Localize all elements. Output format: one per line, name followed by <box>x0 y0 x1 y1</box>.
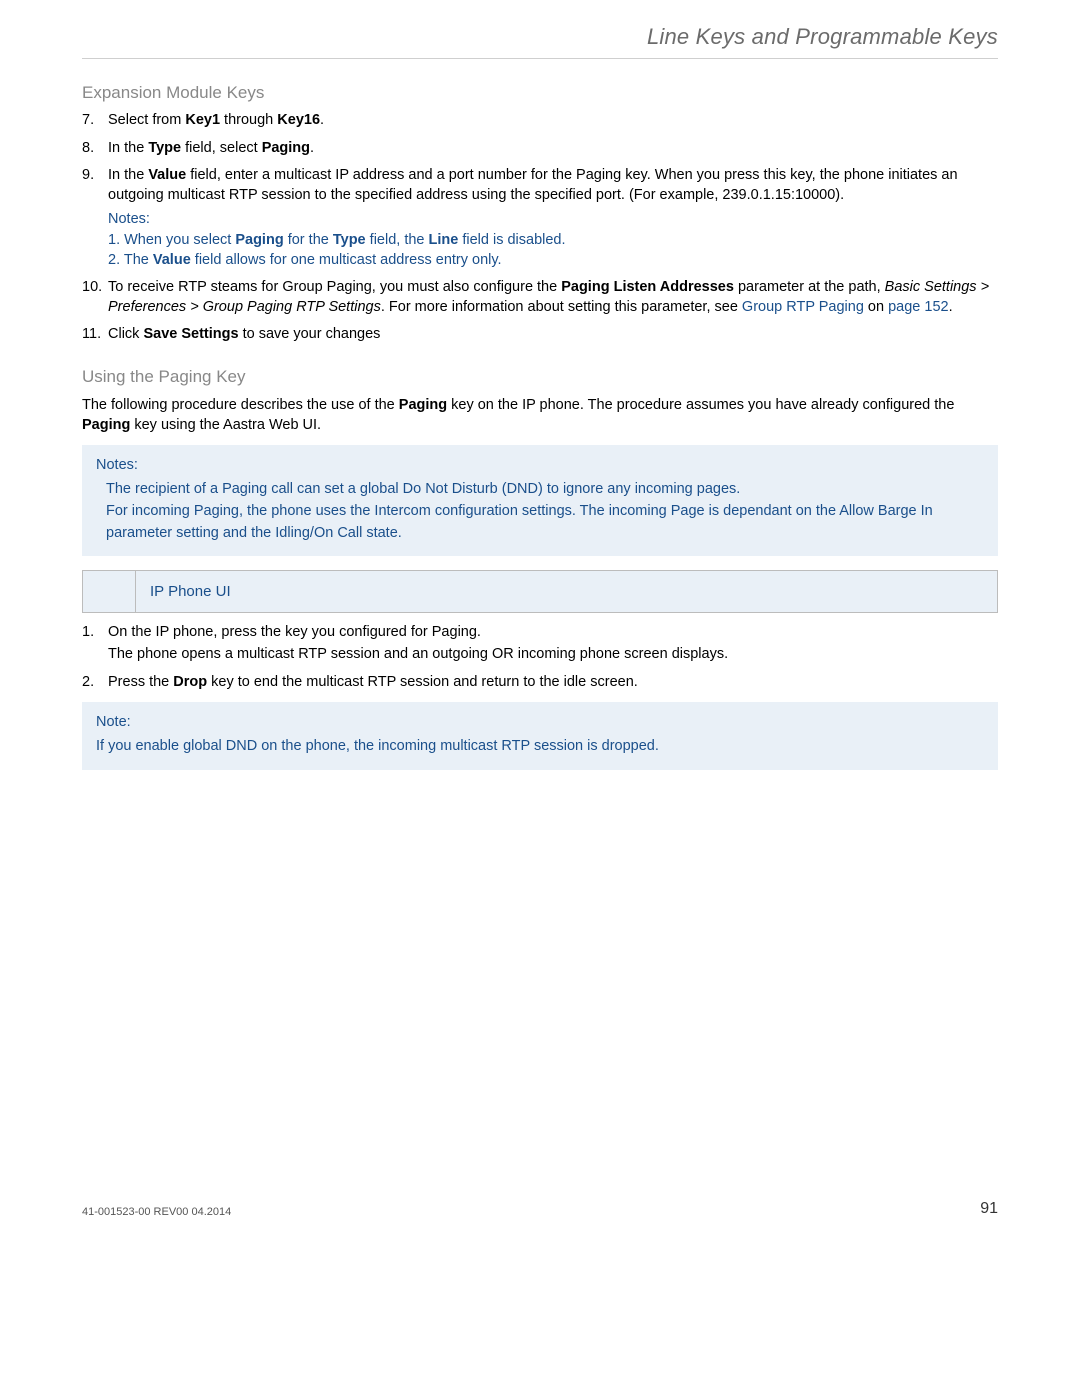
text: . For more information about setting thi… <box>381 299 742 315</box>
step-9-note-1: 1. When you select Paging for the Type f… <box>108 230 998 250</box>
text: to save your changes <box>239 326 381 342</box>
note-label: Note: <box>96 712 984 734</box>
paging-listen-addresses-label: Paging Listen Addresses <box>561 279 734 295</box>
notes-label: Notes: <box>96 455 984 477</box>
text: To receive RTP steams for Group Paging, … <box>108 279 561 295</box>
group-rtp-paging-link[interactable]: Group RTP Paging <box>742 299 864 315</box>
step-9: In the Value field, enter a multicast IP… <box>104 166 998 270</box>
text: key using the Aastra Web UI. <box>130 417 321 433</box>
text: On the IP phone, press the key you confi… <box>108 624 481 640</box>
note-line-1: If you enable global DND on the phone, t… <box>96 736 984 758</box>
ip-phone-ui-bar: IP Phone UI <box>82 570 998 613</box>
paging-label: Paging <box>262 140 310 156</box>
text: field, enter a multicast IP address and … <box>108 167 958 203</box>
inner-step-1-sub: The phone opens a multicast RTP session … <box>108 645 998 665</box>
notes-box-1: Notes: The recipient of a Paging call ca… <box>82 445 998 556</box>
text: Press the <box>108 674 173 690</box>
inner-step-1: On the IP phone, press the key you confi… <box>104 623 998 664</box>
text: . <box>320 112 324 128</box>
inner-steps: On the IP phone, press the key you confi… <box>82 623 998 692</box>
page-number: 91 <box>980 1200 998 1218</box>
text: The following procedure describes the us… <box>82 397 399 413</box>
text: . <box>310 140 314 156</box>
step-7: Select from Key1 through Key16. <box>104 111 998 131</box>
notes-line-2: For incoming Paging, the phone uses the … <box>96 501 984 545</box>
text: In the <box>108 167 148 183</box>
step-9-notes: Notes: 1. When you select Paging for the… <box>108 209 998 270</box>
notes-label: Notes: <box>108 209 998 229</box>
text: field is disabled. <box>458 232 565 248</box>
text: Type <box>333 232 366 248</box>
text: Click <box>108 326 143 342</box>
value-field-label: Value <box>148 167 186 183</box>
ip-phone-ui-icon-cell <box>82 570 135 613</box>
ip-phone-ui-label: IP Phone UI <box>135 570 998 613</box>
doc-id: 41-001523-00 REV00 04.2014 <box>82 1206 231 1218</box>
text: for the <box>284 232 333 248</box>
step-11: Click Save Settings to save your changes <box>104 325 998 345</box>
text: Select from <box>108 112 185 128</box>
text: In the <box>108 140 148 156</box>
text: key to end the multicast RTP session and… <box>207 674 638 690</box>
step-10: To receive RTP steams for Group Paging, … <box>104 278 998 317</box>
key16-label: Key16 <box>277 112 320 128</box>
section-expansion-module-keys: Expansion Module Keys <box>82 83 998 103</box>
notes-box-2: Note: If you enable global DND on the ph… <box>82 702 998 770</box>
text: through <box>220 112 277 128</box>
section-using-paging-key: Using the Paging Key <box>82 367 998 387</box>
page-header-title: Line Keys and Programmable Keys <box>82 24 998 59</box>
drop-key-label: Drop <box>173 674 207 690</box>
step-8: In the Type field, select Paging. <box>104 139 998 159</box>
text: Paging <box>399 397 447 413</box>
text: field, the <box>366 232 429 248</box>
text: Paging <box>235 232 283 248</box>
document-page: Line Keys and Programmable Keys Expansio… <box>0 0 1080 1258</box>
notes-line-1: The recipient of a Paging call can set a… <box>96 479 984 501</box>
text: key on the IP phone. The procedure assum… <box>447 397 954 413</box>
text: field, select <box>181 140 262 156</box>
text: parameter at the path, <box>734 279 885 295</box>
page-footer: 41-001523-00 REV00 04.2014 91 <box>82 1200 998 1218</box>
expansion-steps: Select from Key1 through Key16. In the T… <box>82 111 998 345</box>
text: Paging <box>82 417 130 433</box>
type-field-label: Type <box>148 140 181 156</box>
text: 2. The <box>108 252 153 268</box>
text: Value <box>153 252 191 268</box>
save-settings-label: Save Settings <box>143 326 238 342</box>
using-intro: The following procedure describes the us… <box>82 395 998 436</box>
text: on <box>864 299 888 315</box>
inner-step-2: Press the Drop key to end the multicast … <box>104 673 998 693</box>
key1-label: Key1 <box>185 112 220 128</box>
step-9-note-2: 2. The Value field allows for one multic… <box>108 250 998 270</box>
text: field allows for one multicast address e… <box>191 252 502 268</box>
page-152-link[interactable]: page 152 <box>888 299 948 315</box>
text: Line <box>429 232 459 248</box>
text: . <box>949 299 953 315</box>
text: 1. When you select <box>108 232 235 248</box>
